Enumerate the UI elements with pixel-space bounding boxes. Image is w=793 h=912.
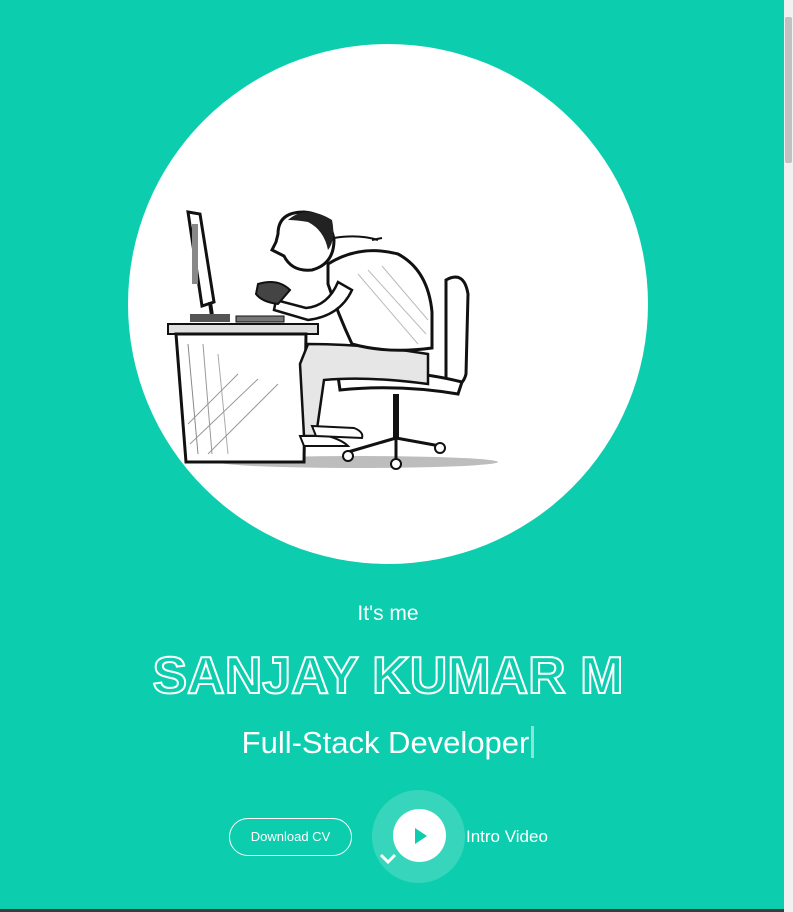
avatar: [128, 44, 648, 564]
download-cv-button[interactable]: Download CV: [229, 818, 352, 856]
chevron-down-icon[interactable]: [378, 852, 398, 866]
intro-video-play-button[interactable]: [393, 809, 446, 862]
scrollbar-thumb[interactable]: [785, 17, 792, 163]
role-text: Full-Stack Developer: [241, 725, 530, 760]
intro-text: It's me: [357, 602, 419, 625]
play-icon: [415, 828, 427, 844]
name-heading: SANJAY KUMAR M: [152, 646, 625, 706]
hero-section: It's me SANJAY KUMAR M Full-Stack Develo…: [0, 0, 784, 912]
typing-caret: [531, 726, 535, 758]
scrollbar[interactable]: [784, 0, 793, 912]
intro-video-link[interactable]: Intro Video: [466, 827, 548, 847]
role-subtitle: Full-Stack Developer: [0, 725, 776, 761]
developer-illustration: [167, 210, 498, 470]
